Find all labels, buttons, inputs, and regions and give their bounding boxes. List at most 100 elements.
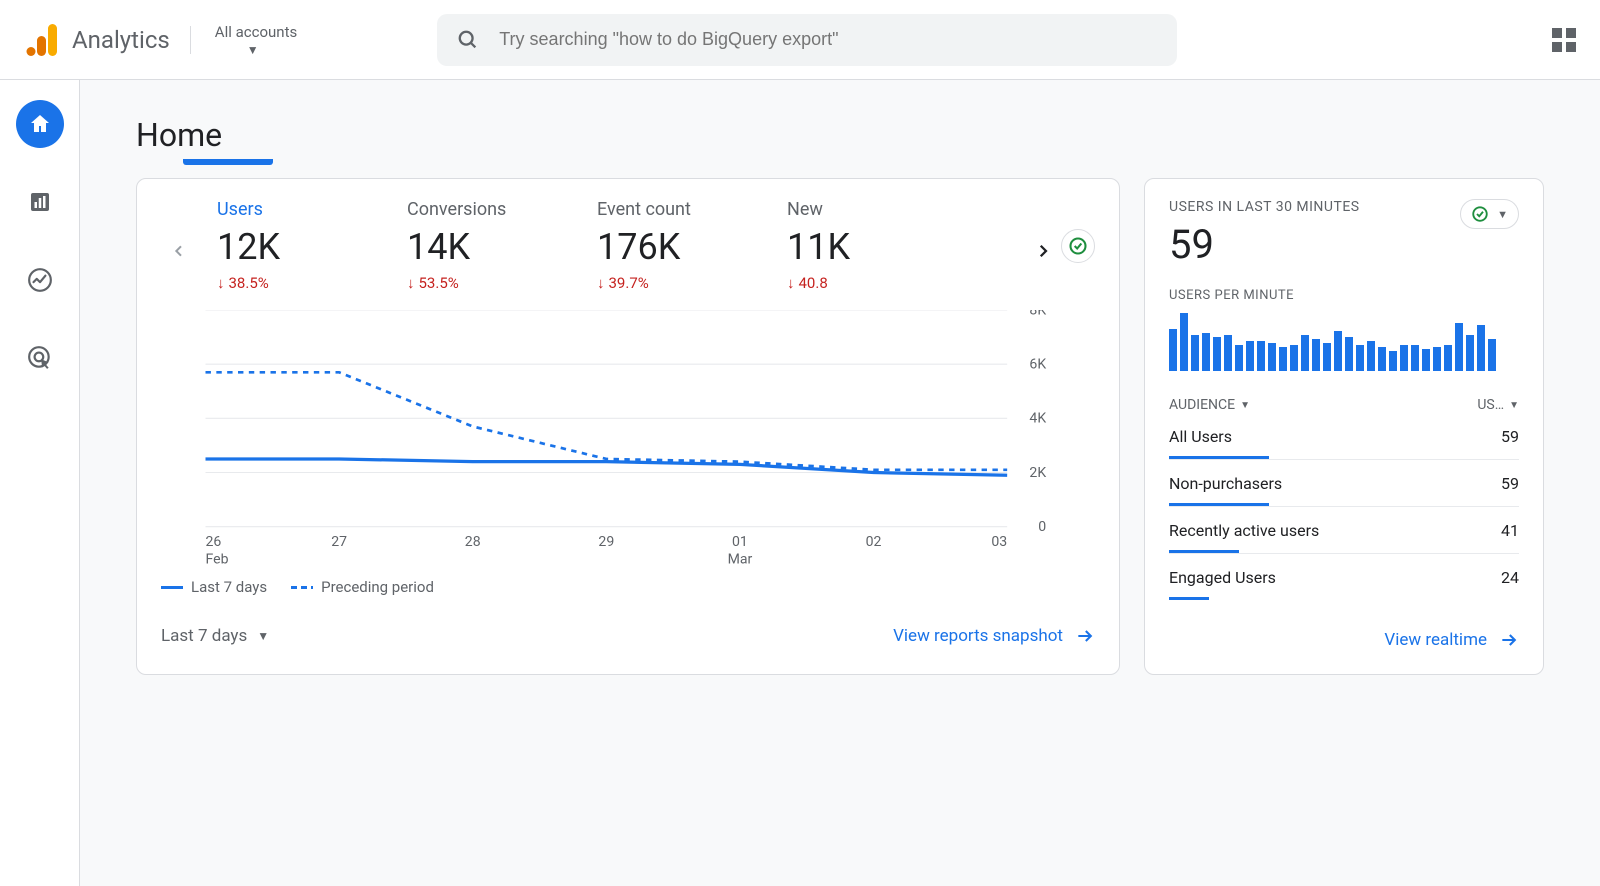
spark-bar <box>1477 325 1485 371</box>
search-bar[interactable] <box>437 14 1177 66</box>
status-badge[interactable] <box>1061 229 1095 263</box>
metric-value: 14K <box>407 226 527 268</box>
svg-text:27: 27 <box>331 534 347 550</box>
row-bar <box>1169 597 1209 600</box>
check-circle-icon <box>1471 205 1489 223</box>
svg-text:02: 02 <box>866 534 882 550</box>
chevron-down-icon: ▼ <box>257 629 269 643</box>
audience-row[interactable]: Engaged Users24 <box>1169 553 1519 600</box>
spark-bar <box>1466 335 1474 371</box>
metric-event-count[interactable]: Event count 176K ↓ 39.7% <box>597 199 717 292</box>
account-selector[interactable]: All accounts ▼ <box>215 23 297 57</box>
scroll-right-button[interactable] <box>1025 233 1061 269</box>
chevron-down-icon: ▼ <box>1509 400 1519 411</box>
svg-text:28: 28 <box>465 534 481 550</box>
svg-text:0: 0 <box>1038 519 1046 535</box>
spark-bar <box>1444 345 1452 371</box>
spark-bar <box>1312 339 1320 371</box>
nav-home[interactable] <box>16 100 64 148</box>
spark-bar <box>1224 335 1232 371</box>
realtime-heading: USERS IN LAST 30 MINUTES <box>1169 199 1360 215</box>
nav-reports[interactable] <box>16 178 64 226</box>
realtime-status-dropdown[interactable]: ▼ <box>1460 199 1519 229</box>
spark-bar <box>1257 341 1265 371</box>
spark-bar <box>1268 343 1276 371</box>
sparkline-chart <box>1169 311 1519 371</box>
view-realtime-link[interactable]: View realtime <box>1384 630 1519 650</box>
row-label: All Users <box>1169 427 1232 446</box>
metric-new[interactable]: New 11K ↓ 40.8 <box>787 199 907 292</box>
logo[interactable]: Analytics <box>24 22 170 58</box>
realtime-table: All Users59Non-purchasers59Recently acti… <box>1169 413 1519 600</box>
metric-change: ↓ 38.5% <box>217 274 337 292</box>
metric-value: 11K <box>787 226 907 268</box>
spark-bar <box>1389 351 1397 371</box>
spark-bar <box>1323 343 1331 371</box>
search-icon <box>457 29 479 51</box>
arrow-down-icon: ↓ <box>217 274 225 292</box>
audience-row[interactable]: All Users59 <box>1169 413 1519 459</box>
search-input[interactable] <box>499 29 1157 50</box>
metric-conversions[interactable]: Conversions 14K ↓ 53.5% <box>407 199 527 292</box>
nav-explore[interactable] <box>16 256 64 304</box>
scroll-left-button[interactable] <box>161 233 197 269</box>
main-area: Home Users 12K ↓ 38.5% Conversions 14K ↓ … <box>80 80 1600 886</box>
svg-text:4K: 4K <box>1029 411 1046 427</box>
metric-label: Event count <box>597 199 717 220</box>
svg-text:03: 03 <box>991 534 1007 550</box>
audience-row[interactable]: Non-purchasers59 <box>1169 459 1519 506</box>
spark-bar <box>1367 341 1375 371</box>
spark-bar <box>1191 335 1199 371</box>
chevron-down-icon: ▼ <box>1240 400 1250 411</box>
check-circle-icon <box>1068 236 1088 256</box>
spark-bar <box>1301 335 1309 371</box>
metric-users[interactable]: Users 12K ↓ 38.5% <box>217 199 337 292</box>
legend-previous: Preceding period <box>321 578 434 596</box>
spark-bar <box>1433 347 1441 371</box>
home-icon <box>28 112 52 136</box>
svg-text:Mar: Mar <box>728 552 753 568</box>
legend-current: Last 7 days <box>191 578 267 596</box>
trend-circle-icon <box>27 267 53 293</box>
active-tab-indicator <box>183 159 273 165</box>
account-label: All accounts <box>215 23 297 41</box>
trend-chart: 8K6K4K2K026Feb27282901Mar0203 <box>161 310 1095 570</box>
date-range-selector[interactable]: Last 7 days ▼ <box>161 626 269 646</box>
analytics-logo-icon <box>24 22 60 58</box>
link-text: View reports snapshot <box>893 626 1063 646</box>
realtime-sublabel: USERS PER MINUTE <box>1169 288 1519 303</box>
metric-value: 176K <box>597 226 717 268</box>
row-label: Recently active users <box>1169 521 1319 540</box>
bar-chart-icon <box>28 190 52 214</box>
svg-text:01: 01 <box>732 534 748 550</box>
arrow-down-icon: ↓ <box>787 274 795 292</box>
svg-text:2K: 2K <box>1029 465 1046 481</box>
users-column-header[interactable]: US… ▼ <box>1477 397 1519 413</box>
arrow-right-icon <box>1075 626 1095 646</box>
svg-text:29: 29 <box>598 534 614 550</box>
metric-change: ↓ 53.5% <box>407 274 527 292</box>
page-title: Home <box>136 116 1544 154</box>
spark-bar <box>1279 347 1287 371</box>
chevron-down-icon: ▼ <box>1497 208 1508 221</box>
view-snapshot-link[interactable]: View reports snapshot <box>893 626 1095 646</box>
spark-bar <box>1246 341 1254 371</box>
nav-advertising[interactable] <box>16 334 64 382</box>
spark-bar <box>1235 345 1243 371</box>
metric-change: ↓ 40.8 <box>787 274 907 292</box>
apps-icon[interactable] <box>1552 28 1576 52</box>
metric-label: Users <box>217 199 337 220</box>
spark-bar <box>1169 329 1177 371</box>
spark-bar <box>1488 339 1496 371</box>
legend-solid-icon <box>161 586 183 589</box>
target-click-icon <box>27 345 53 371</box>
audience-column-header[interactable]: AUDIENCE ▼ <box>1169 397 1250 413</box>
spark-bar <box>1334 331 1342 371</box>
topbar: Analytics All accounts ▼ <box>0 0 1600 80</box>
row-label: Engaged Users <box>1169 568 1276 587</box>
sidenav <box>0 80 80 886</box>
arrow-right-icon <box>1499 630 1519 650</box>
metric-change: ↓ 39.7% <box>597 274 717 292</box>
audience-row[interactable]: Recently active users41 <box>1169 506 1519 553</box>
spark-bar <box>1345 337 1353 371</box>
